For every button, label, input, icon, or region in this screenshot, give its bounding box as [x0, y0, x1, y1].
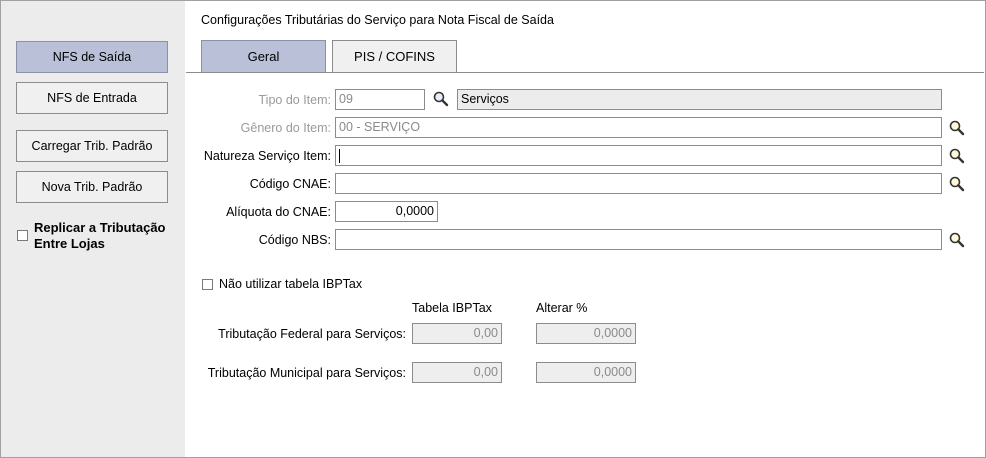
text-caret [339, 148, 340, 163]
trib-municipal-tabela-field: 0,00 [412, 362, 502, 383]
trib-municipal-alterar-field[interactable]: 0,0000 [536, 362, 636, 383]
codigo-cnae-field[interactable] [335, 173, 942, 194]
codigo-nbs-search-icon[interactable] [948, 231, 966, 249]
codigo-nbs-label: Código NBS: [258, 233, 331, 247]
natureza-servico-search-icon[interactable] [948, 147, 966, 165]
replicar-tributacao-label: Replicar a Tributação Entre Lojas [34, 220, 166, 251]
nfs-saida-button[interactable]: NFS de Saída [16, 41, 168, 73]
natureza-servico-label: Natureza Serviço Item: [203, 149, 331, 163]
nao-utilizar-ibptax-checkbox[interactable] [202, 279, 213, 290]
tab-geral[interactable]: Geral [201, 40, 326, 72]
trib-federal-label: Tributação Federal para Serviços: [218, 327, 406, 341]
tab-divider [186, 72, 984, 73]
page-title: Configurações Tributárias do Serviço par… [201, 13, 554, 27]
tab-pis-cofins[interactable]: PIS / COFINS [332, 40, 457, 72]
nova-trib-padrao-button[interactable]: Nova Trib. Padrão [16, 171, 168, 203]
replicar-tributacao-checkbox[interactable] [17, 230, 28, 241]
genero-item-search-icon[interactable] [948, 119, 966, 137]
tipo-item-label: Tipo do Item: [258, 93, 332, 107]
trib-federal-alterar-field[interactable]: 0,0000 [536, 323, 636, 344]
tipo-item-search-icon[interactable] [432, 90, 450, 108]
codigo-nbs-field[interactable] [335, 229, 942, 250]
trib-municipal-label: Tributação Municipal para Serviços: [207, 366, 406, 380]
codigo-cnae-label: Código CNAE: [249, 177, 331, 191]
codigo-cnae-search-icon[interactable] [948, 175, 966, 193]
aliquota-cnae-field[interactable]: 0,0000 [335, 201, 438, 222]
carregar-trib-padrao-button[interactable]: Carregar Trib. Padrão [16, 130, 168, 162]
natureza-servico-field[interactable] [335, 145, 942, 166]
tipo-item-code-field[interactable]: 09 [335, 89, 425, 110]
trib-federal-tabela-field: 0,00 [412, 323, 502, 344]
col-tabela-ibptax-header: Tabela IBPTax [412, 301, 492, 315]
genero-item-field[interactable]: 00 - SERVIÇO [335, 117, 942, 138]
aliquota-cnae-label: Alíquota do CNAE: [226, 205, 331, 219]
nao-utilizar-ibptax-label: Não utilizar tabela IBPTax [219, 277, 363, 291]
col-alterar-header: Alterar % [536, 301, 588, 315]
tipo-item-description-field: Serviços [457, 89, 942, 110]
genero-item-label: Gênero do Item: [240, 121, 331, 135]
nfs-entrada-button[interactable]: NFS de Entrada [16, 82, 168, 114]
